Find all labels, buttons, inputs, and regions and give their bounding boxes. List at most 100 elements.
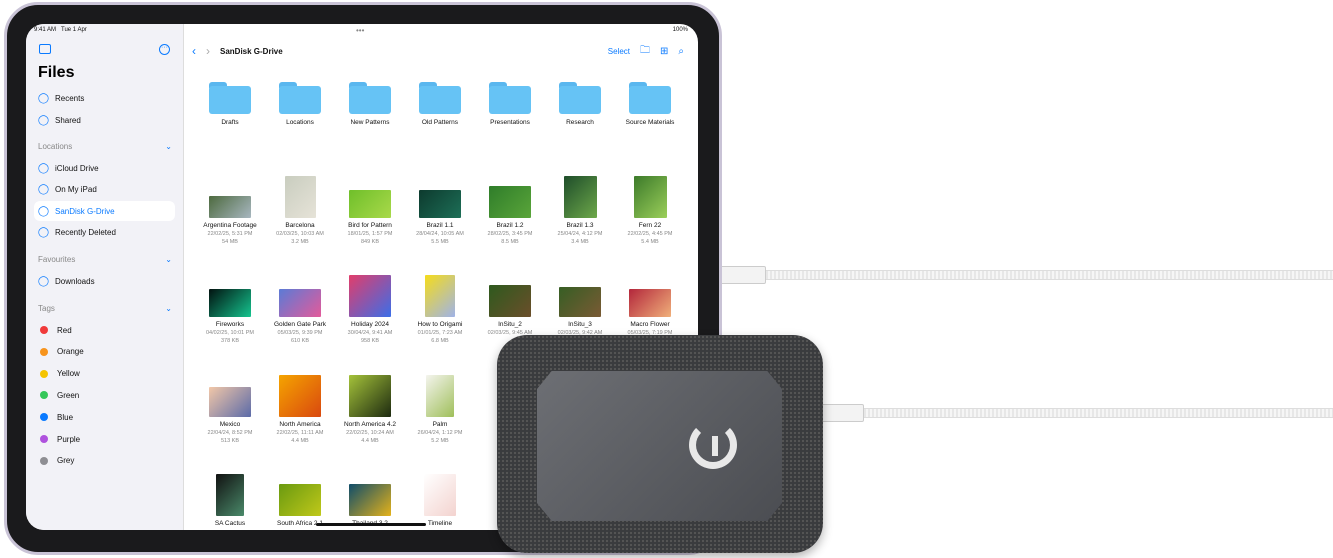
file-item[interactable]: Golden Gate Park 05/03/25, 9:39 PM 610 KB (266, 289, 334, 345)
file-thumbnail (349, 484, 391, 516)
tag-red[interactable]: Red (34, 320, 175, 340)
trash-icon: ◯ (37, 227, 50, 238)
file-name: Barcelona (285, 222, 315, 229)
file-name: InSitu_2 (498, 321, 522, 328)
file-date: 22/02/25, 10:24 AM (346, 430, 394, 436)
more-icon[interactable]: ··· (159, 44, 170, 55)
file-item[interactable]: Fireworks 04/02/25, 10:01 PM 378 KB (196, 289, 264, 345)
file-date: 25/04/24, 4:12 PM (557, 231, 603, 237)
battery-status: 100% (672, 27, 688, 33)
tag-purple[interactable]: Purple (34, 429, 175, 449)
folder-item[interactable]: Locations (266, 82, 334, 127)
file-item[interactable]: Thailand 3.2 (336, 484, 404, 528)
sandisk-g-drive (497, 335, 823, 553)
toolbar: ‹ › SanDisk G-Drive Select 🗀 ⊞ ⌕ (192, 44, 684, 58)
file-item[interactable]: Barcelona 02/03/25, 10:03 AM 3.2 MB (266, 176, 334, 246)
tags-header[interactable]: Tags ⌄ (38, 304, 172, 313)
folder-icon (279, 82, 321, 114)
sidebar-item-icloud-drive[interactable]: ◯ iCloud Drive (34, 158, 175, 178)
file-date: 01/01/25, 7:23 AM (417, 330, 463, 336)
tag-grey[interactable]: Grey (34, 451, 175, 471)
sidebar-item-recently-deleted[interactable]: ◯ Recently Deleted (34, 223, 175, 243)
file-size: 4.4 MB (361, 438, 379, 444)
file-name: Palm (432, 421, 448, 428)
folder-item[interactable]: Source Materials (616, 82, 684, 127)
file-thumbnail (489, 285, 531, 317)
file-date: 30/04/24, 9:41 AM (347, 330, 393, 336)
file-item[interactable]: How to Origami 01/01/25, 7:23 AM 6.8 MB (406, 275, 474, 345)
file-item[interactable]: InSitu_2 02/03/25, 9:45 AM (476, 285, 544, 337)
file-size: 6.8 MB (431, 338, 449, 344)
favourites-header[interactable]: Favourites ⌄ (38, 255, 172, 264)
file-item[interactable]: Holiday 2024 30/04/24, 9:41 AM 958 KB (336, 275, 404, 345)
folder-item[interactable]: Presentations (476, 82, 544, 127)
file-name: InSitu_3 (568, 321, 592, 328)
file-item[interactable]: Fern 22 22/02/25, 4:45 PM 5.4 MB (616, 176, 684, 246)
sidebar-item-on-my-ipad[interactable]: ◯ On My iPad (34, 180, 175, 200)
file-item[interactable]: Brazil 1.2 28/02/25, 3:45 PM 8.5 MB (476, 186, 544, 246)
file-thumbnail (563, 176, 597, 218)
ipad-icon: ◯ (37, 184, 50, 195)
folder-item[interactable]: Drafts (196, 82, 264, 127)
chevron-down-icon[interactable]: ⌄ (165, 142, 172, 151)
file-item[interactable]: North America 4.2 22/02/25, 10:24 AM 4.4 M… (336, 375, 404, 445)
tag-blue[interactable]: Blue (34, 407, 175, 427)
file-name: Brazil 1.3 (566, 222, 594, 229)
chevron-down-icon[interactable]: ⌄ (165, 255, 172, 264)
file-item[interactable]: Mexico 22/04/24, 8:52 PM 513 KB (196, 387, 264, 445)
grid-view-icon[interactable]: ⊞ (660, 46, 668, 57)
sidebar-item-sandisk-g-drive[interactable]: ◯ SanDisk G-Drive (34, 201, 175, 221)
file-name: North America 4.2 (343, 421, 397, 428)
file-thumbnail (209, 387, 251, 417)
file-date: 04/02/25, 10:01 PM (205, 330, 254, 336)
select-button[interactable]: Select (608, 47, 630, 56)
sidebar-item-downloads[interactable]: ◯ Downloads (34, 271, 175, 291)
file-item[interactable]: InSitu_3 02/03/25, 9:42 AM (546, 287, 614, 337)
folder-item[interactable]: New Patterns (336, 82, 404, 127)
file-item[interactable]: North America 22/02/25, 11:11 AM 4.4 MB (266, 375, 334, 445)
file-item[interactable]: SA Cactus (196, 474, 264, 528)
chevron-down-icon[interactable]: ⌄ (165, 304, 172, 313)
drive-face-plate (537, 371, 782, 521)
forward-icon[interactable]: › (206, 44, 210, 58)
file-thumbnail (424, 474, 456, 516)
home-indicator (316, 523, 426, 526)
file-item[interactable]: Argentina Footage 22/02/25, 5:31 PM 54 MB (196, 196, 264, 246)
back-icon[interactable]: ‹ (192, 44, 196, 58)
file-name: Macro Flower (630, 321, 670, 328)
file-item[interactable]: Bird for Pattern 18/01/25, 1:57 PM 849 KB (336, 190, 404, 246)
file-name: Holiday 2024 (351, 321, 389, 328)
tag-orange[interactable]: Orange (34, 342, 175, 362)
g-drive-logo (689, 421, 737, 469)
tag-green[interactable]: Green (34, 385, 175, 405)
file-thumbnail (629, 289, 671, 317)
tag-yellow[interactable]: Yellow (34, 364, 175, 384)
sidebar-item-shared[interactable]: ◯ Shared (34, 110, 175, 130)
sidebar-item-recents[interactable]: ◯ Recents (34, 88, 175, 108)
file-thumbnail (425, 275, 455, 317)
sidebar-toggle-icon[interactable] (39, 44, 51, 54)
file-item[interactable]: Brazil 1.3 25/04/24, 4:12 PM 3.4 MB (546, 176, 614, 246)
file-size: 3.2 MB (291, 239, 309, 245)
folder-item[interactable]: Old Patterns (406, 82, 474, 127)
new-folder-icon[interactable]: 🗀 (640, 43, 650, 60)
file-item[interactable]: Palm 26/04/24, 1:12 PM 5.2 MB (406, 375, 474, 445)
search-icon[interactable]: ⌕ (678, 46, 684, 57)
folder-item[interactable]: Research (546, 82, 614, 127)
file-name: Fireworks (215, 321, 245, 328)
usb-c-cable-top (730, 270, 1333, 280)
file-item[interactable]: Macro Flower 05/03/25, 7:19 PM (616, 289, 684, 337)
file-thumbnail (419, 190, 461, 218)
tag-color-dot-icon (40, 456, 48, 465)
file-name: Argentina Footage (203, 222, 257, 229)
tag-color-dot-icon (40, 369, 48, 378)
tag-color-dot-icon (40, 391, 48, 400)
file-size: 5.4 MB (641, 239, 659, 245)
file-item[interactable]: Brazil 1.1 28/04/24, 10:05 AM 5.5 MB (406, 190, 474, 246)
file-thumbnail (209, 289, 251, 317)
file-item[interactable]: Timeline (406, 474, 474, 528)
multitask-icon[interactable]: ••• (356, 26, 364, 35)
file-item[interactable]: South Africa 2.1 (266, 484, 334, 528)
locations-header[interactable]: Locations ⌄ (38, 142, 172, 151)
folder-icon (209, 82, 251, 114)
